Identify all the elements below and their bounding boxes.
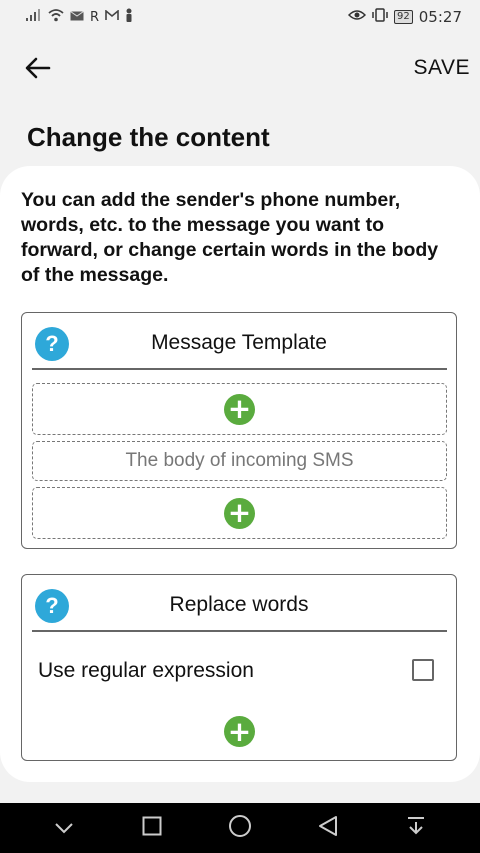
clock: 05:27 (418, 8, 462, 26)
description-text: You can add the sender's phone number, w… (21, 189, 439, 286)
page-title: Change the content (27, 122, 270, 152)
add-after-slot[interactable]: + (32, 487, 447, 539)
app-bar: SAVE (0, 42, 480, 98)
status-right: 92 05:27 (347, 8, 462, 26)
regex-label: Use regular expression (38, 659, 254, 682)
eye-icon (347, 9, 367, 25)
replace-words-section: ? Replace words Use regular expression + (21, 574, 457, 761)
nav-home-button[interactable] (220, 808, 260, 848)
wifi-icon (48, 8, 64, 26)
download-icon (406, 816, 426, 840)
square-icon (142, 816, 162, 840)
chevron-down-icon (54, 819, 74, 838)
vibrate-icon (372, 8, 388, 26)
sms-body-label: The body of incoming SMS (125, 450, 354, 471)
save-button[interactable]: SAVE (414, 56, 470, 80)
gmail-icon (105, 9, 119, 25)
arrow-left-icon (25, 57, 51, 83)
regex-checkbox[interactable] (412, 659, 434, 681)
back-button[interactable] (22, 54, 54, 86)
nav-recents-button[interactable] (132, 808, 172, 848)
section-divider (32, 368, 447, 370)
plus-circle-icon[interactable]: + (224, 716, 255, 747)
message-template-title: Message Template (151, 331, 327, 354)
circle-icon (228, 814, 252, 842)
battery-indicator: 92 (394, 10, 413, 24)
mail-icon (70, 9, 84, 25)
system-nav-bar (0, 803, 480, 853)
status-bar: R 92 05:27 (0, 0, 480, 34)
carrier-letter: R (90, 9, 100, 25)
nav-back-button[interactable] (308, 808, 348, 848)
plus-circle-icon[interactable]: + (224, 497, 255, 529)
triangle-back-icon (318, 815, 338, 841)
add-before-slot[interactable]: + (32, 383, 447, 435)
signal-icon (26, 9, 42, 25)
section-divider (32, 630, 447, 632)
nav-notifications-button[interactable] (396, 808, 436, 848)
plus-circle-icon[interactable]: + (224, 393, 255, 425)
sms-body-slot[interactable]: The body of incoming SMS (32, 441, 447, 481)
message-template-section: ? Message Template + The body of incomin… (21, 312, 457, 549)
status-left: R (26, 8, 133, 26)
figure-icon (125, 8, 133, 26)
nav-collapse-button[interactable] (44, 808, 84, 848)
replace-words-title: Replace words (169, 593, 309, 616)
